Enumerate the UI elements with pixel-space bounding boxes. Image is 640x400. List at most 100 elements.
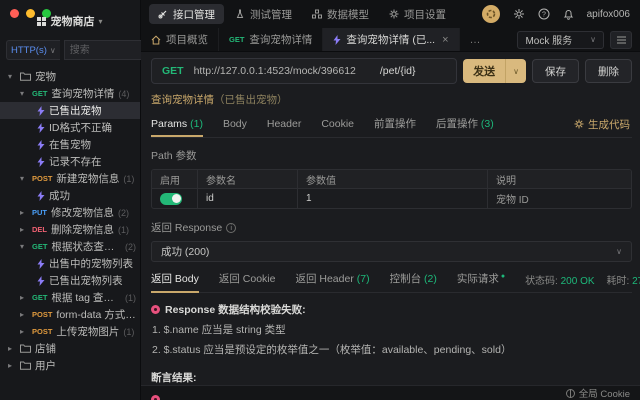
nav-test-management[interactable]: 测试管理 — [226, 4, 301, 24]
sidebar-case-item[interactable]: 成功 — [0, 187, 140, 204]
api-icon — [158, 9, 168, 19]
environment-select[interactable]: Mock 服务 ∨ — [517, 31, 604, 49]
sidebar-api-item[interactable]: ▸POST上传宠物图片(1) — [0, 323, 140, 340]
save-button[interactable]: 保存 — [532, 59, 579, 83]
caret-right-icon[interactable]: ▸ — [20, 293, 28, 302]
sidebar-case-item[interactable]: 出售中的宠物列表 — [0, 255, 140, 272]
method-badge: POST — [32, 310, 52, 319]
sidebar-case-item[interactable]: 在售宠物 — [0, 136, 140, 153]
sidebar-api-item[interactable]: ▸PUT修改宠物信息(2) — [0, 204, 140, 221]
url-input[interactable]: GET http://127.0.0.1:4523/mock/396612 /p… — [151, 58, 457, 84]
help-icon[interactable]: ? — [538, 8, 550, 20]
delete-button[interactable]: 删除 — [585, 59, 632, 83]
status-code-value: 200 OK — [561, 276, 595, 287]
api-tree: ▾宠物▾GET查询宠物详情(4)已售出宠物ID格式不正确在售宠物记录不存在▾PO… — [0, 66, 140, 400]
chevron-down-icon: ∨ — [50, 46, 56, 55]
caret-down-icon[interactable]: ▾ — [8, 72, 16, 81]
response-tab-返回-header[interactable]: 返回 Header (7) — [295, 266, 369, 292]
sidebar-api-item[interactable]: ▸DEL删除宠物信息(1) — [0, 221, 140, 238]
response-case-select[interactable]: 成功 (200) ∨ — [151, 241, 632, 262]
sidebar-header: 宠物商店 ▾ — [0, 0, 140, 30]
more-tabs-icon[interactable]: … — [460, 28, 491, 51]
caret-right-icon[interactable]: ▸ — [8, 361, 16, 370]
response-tab-实际请求[interactable]: 实际请求● — [457, 266, 505, 292]
tab-label: 前置操作 — [374, 118, 416, 130]
col-name: 参数名 — [198, 170, 298, 188]
param-desc[interactable]: 宠物 ID — [488, 189, 631, 208]
response-tab-返回-body[interactable]: 返回 Body — [151, 266, 199, 292]
tab-label: 后置操作 — [436, 118, 478, 130]
sidebar-folder-item[interactable]: ▸ 用户 — [0, 357, 140, 374]
param-enabled-toggle[interactable] — [160, 193, 182, 205]
tab-project-overview[interactable]: 项目概览 — [141, 28, 219, 51]
send-button[interactable]: 发送 ∨ — [463, 59, 526, 83]
sidebar-api-item[interactable]: ▾GET查询宠物详情(4) — [0, 85, 140, 102]
tab-count: (7) — [354, 273, 370, 285]
time-label: 耗时: — [607, 276, 630, 287]
sidebar-api-item[interactable]: ▸GET根据 tag 查找宠物列表(1) — [0, 289, 140, 306]
case-title: 查询宠物详情（已售出宠物） — [151, 92, 632, 107]
request-tab-params[interactable]: Params (1) — [151, 113, 203, 136]
sidebar-case-item[interactable]: 记录不存在 — [0, 153, 140, 170]
caret-right-icon[interactable]: ▸ — [8, 344, 16, 353]
caret-down-icon[interactable]: ▾ — [20, 89, 28, 98]
sidebar-case-item[interactable]: 已售出宠物列表 — [0, 272, 140, 289]
svg-text:?: ? — [542, 11, 546, 18]
tab-api-detail[interactable]: GET 查询宠物详情 — [219, 28, 323, 51]
validation-title-row: Response 数据结构校验失败: — [151, 302, 632, 317]
request-tab-header[interactable]: Header — [267, 113, 301, 136]
request-tab-后置操作[interactable]: 后置操作 (3) — [436, 111, 494, 137]
tree-item-count: (1) — [125, 293, 136, 303]
method-badge: GET — [229, 35, 244, 44]
sidebar-folder-item[interactable]: ▾宠物 — [0, 68, 140, 85]
param-name[interactable]: id — [198, 189, 298, 208]
caret-right-icon[interactable]: ▸ — [20, 310, 28, 319]
sidebar-api-item[interactable]: ▸POSTform-data 方式更新宠物信... — [0, 306, 140, 323]
request-tab-前置操作[interactable]: 前置操作 — [374, 111, 416, 137]
caret-down-icon[interactable]: ▾ — [20, 242, 28, 251]
caret-right-icon[interactable]: ▸ — [20, 225, 28, 234]
nav-api-management[interactable]: 接口管理 — [149, 4, 224, 24]
settings-gear-icon[interactable] — [513, 8, 525, 20]
caret-right-icon[interactable]: ▸ — [20, 208, 28, 217]
notifications-bell-icon[interactable] — [563, 8, 574, 20]
main-panel: 接口管理 测试管理 数据模型 项目设置 — [141, 0, 640, 400]
environment-label: Mock 服务 — [525, 32, 572, 47]
tree-item-label: 上传宠物图片 — [56, 324, 119, 339]
status-bar: 全局 Cookie — [141, 385, 640, 400]
sidebar-folder-item[interactable]: ▸店铺 — [0, 340, 140, 357]
mock-case-bolt-icon — [37, 157, 45, 167]
caret-down-icon[interactable]: ▾ — [20, 174, 28, 183]
param-value[interactable]: 1 — [298, 189, 488, 208]
tree-item-count: (2) — [118, 208, 129, 218]
sidebar-api-item[interactable]: ▾GET根据状态查找宠物列表(2) — [0, 238, 140, 255]
global-cookie-button[interactable]: 全局 Cookie — [579, 386, 630, 400]
sidebar-case-item[interactable]: ID格式不正确 — [0, 119, 140, 136]
nav-data-model[interactable]: 数据模型 — [303, 4, 378, 24]
upgrade-circle-button[interactable] — [482, 5, 500, 23]
response-tab-返回-cookie[interactable]: 返回 Cookie — [219, 266, 276, 292]
env-list-button[interactable] — [610, 31, 632, 49]
nav-project-settings[interactable]: 项目设置 — [380, 4, 455, 24]
project-switcher[interactable]: 宠物商店 ▾ — [0, 13, 140, 29]
generate-code-button[interactable]: 生成代码 — [574, 117, 630, 132]
mock-case-bolt-icon — [37, 106, 45, 116]
folder-icon — [20, 344, 31, 353]
sidebar-api-item[interactable]: ▾POST新建宠物信息(1) — [0, 170, 140, 187]
document-tabs-bar: 项目概览 GET 查询宠物详情 查询宠物详情 (已... × … Mock 服务… — [141, 28, 640, 52]
response-tab-控制台[interactable]: 控制台 (2) — [390, 266, 437, 292]
username[interactable]: apifox006 — [587, 9, 630, 20]
mock-case-bolt-icon — [37, 123, 45, 133]
validation-item: 2. $.status 应当是预设定的枚举值之一（枚举值：available、p… — [151, 342, 632, 357]
protocol-select[interactable]: HTTP(s) ∨ — [6, 40, 60, 60]
gear-icon — [389, 9, 399, 19]
request-tab-cookie[interactable]: Cookie — [321, 113, 354, 136]
send-dropdown-icon[interactable]: ∨ — [505, 59, 526, 83]
caret-right-icon[interactable]: ▸ — [20, 327, 28, 336]
tab-mock-case[interactable]: 查询宠物详情 (已... × — [323, 28, 459, 51]
sidebar-case-item[interactable]: 已售出宠物 — [0, 102, 140, 119]
tree-item-label: 用户 — [35, 358, 56, 373]
request-tab-body[interactable]: Body — [223, 113, 247, 136]
close-tab-icon[interactable]: × — [442, 34, 448, 46]
request-tabs: Params (1) Body Header Cookie 前置操作 后置操作 (3) 生… — [151, 111, 632, 138]
